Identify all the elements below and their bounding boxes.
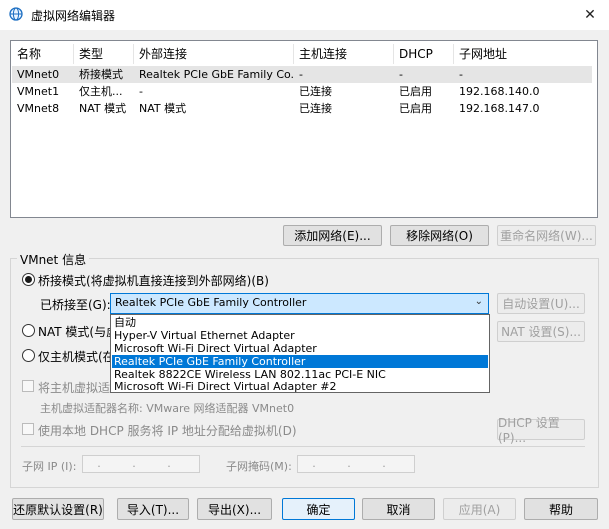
- host-only-radio[interactable]: [22, 349, 35, 362]
- table-row[interactable]: VMnet8 NAT 模式 NAT 模式 已连接 已启用 192.168.147…: [12, 100, 592, 117]
- cell-subnet: -: [459, 68, 463, 81]
- cell-dhcp: 已启用: [399, 102, 432, 115]
- bridged-mode-radio[interactable]: [22, 273, 35, 286]
- cell-host: 已连接: [299, 102, 332, 115]
- connect-host-adapter-label: 将主机虚拟适: [38, 381, 111, 395]
- column-header-dhcp[interactable]: DHCP: [394, 44, 454, 64]
- column-header-external[interactable]: 外部连接: [134, 44, 294, 64]
- remove-network-button[interactable]: 移除网络(O): [390, 225, 489, 246]
- column-header-type[interactable]: 类型: [74, 44, 134, 64]
- dropdown-option-selected[interactable]: Realtek PCIe GbE Family Controller: [112, 355, 488, 368]
- cell-external: NAT 模式: [139, 102, 187, 115]
- apply-button[interactable]: 应用(A): [443, 498, 516, 520]
- connect-host-adapter-checkbox[interactable]: [22, 380, 34, 392]
- globe-network-icon: [9, 7, 23, 21]
- dropdown-option[interactable]: Microsoft Wi-Fi Direct Virtual Adapter: [112, 342, 488, 355]
- subnet-ip-label: 子网 IP (I):: [22, 460, 77, 473]
- cell-dhcp: 已启用: [399, 85, 432, 98]
- nat-mode-label: NAT 模式(与虚: [38, 325, 119, 339]
- cell-host: -: [299, 68, 303, 81]
- cell-host: 已连接: [299, 85, 332, 98]
- column-header-name[interactable]: 名称: [12, 44, 74, 64]
- cell-name: VMnet8: [17, 102, 60, 115]
- host-adapter-name: 主机虚拟适配器名称: VMware 网络适配器 VMnet0: [40, 402, 295, 415]
- network-list[interactable]: 名称 类型 外部连接 主机连接 DHCP 子网地址 VMnet0 桥接模式 Re…: [10, 40, 598, 218]
- bridged-to-select[interactable]: Realtek PCIe GbE Family Controller ⌄: [110, 293, 489, 314]
- dropdown-option[interactable]: 自动: [112, 316, 488, 329]
- subnet-mask-label: 子网掩码(M):: [226, 460, 292, 473]
- restore-defaults-button[interactable]: 还原默认设置(R): [12, 498, 104, 520]
- nat-settings-button[interactable]: NAT 设置(S)...: [497, 321, 585, 342]
- use-dhcp-checkbox[interactable]: [22, 423, 34, 435]
- ok-button[interactable]: 确定: [282, 498, 355, 520]
- chevron-down-icon: ⌄: [474, 296, 483, 307]
- cell-name: VMnet1: [17, 85, 60, 98]
- column-header-host[interactable]: 主机连接: [294, 44, 394, 64]
- cell-external: Realtek PCIe GbE Family Co...: [139, 68, 294, 81]
- host-only-label: 仅主机模式(在: [38, 350, 115, 364]
- table-row[interactable]: VMnet0 桥接模式 Realtek PCIe GbE Family Co..…: [12, 66, 592, 83]
- nat-mode-radio[interactable]: [22, 324, 35, 337]
- auto-settings-button[interactable]: 自动设置(U)...: [497, 293, 585, 314]
- export-button[interactable]: 导出(X)...: [197, 498, 272, 520]
- cell-name: VMnet0: [17, 68, 60, 81]
- bridged-to-label: 已桥接至(G):: [40, 298, 111, 312]
- rename-network-button[interactable]: 重命名网络(W)...: [497, 225, 596, 246]
- subnet-mask-field[interactable]: . . .: [297, 455, 415, 473]
- cell-type: NAT 模式: [79, 102, 127, 115]
- use-dhcp-label: 使用本地 DHCP 服务将 IP 地址分配给虚拟机(D): [38, 424, 297, 438]
- table-row[interactable]: VMnet1 仅主机... - 已连接 已启用 192.168.140.0: [12, 83, 592, 100]
- dropdown-option[interactable]: Hyper-V Virtual Ethernet Adapter: [112, 329, 488, 342]
- cell-subnet: 192.168.147.0: [459, 102, 540, 115]
- cell-subnet: 192.168.140.0: [459, 85, 540, 98]
- vmnet-info-legend: VMnet 信息: [17, 251, 90, 268]
- cell-type: 桥接模式: [79, 68, 123, 81]
- cell-external: -: [139, 85, 143, 98]
- window-title: 虚拟网络编辑器: [31, 9, 116, 23]
- close-button[interactable]: ✕: [575, 3, 605, 27]
- title-bar: 虚拟网络编辑器 ✕: [0, 0, 609, 30]
- bridged-to-value: Realtek PCIe GbE Family Controller: [115, 296, 307, 309]
- bridged-to-dropdown-list[interactable]: 自动 Hyper-V Virtual Ethernet Adapter Micr…: [110, 314, 490, 393]
- add-network-button[interactable]: 添加网络(E)...: [283, 225, 382, 246]
- divider: [21, 446, 585, 447]
- close-icon: ✕: [584, 7, 596, 23]
- dropdown-option[interactable]: Microsoft Wi-Fi Direct Virtual Adapter #…: [112, 380, 488, 393]
- import-button[interactable]: 导入(T)...: [117, 498, 189, 520]
- column-header-subnet[interactable]: 子网地址: [454, 44, 589, 64]
- dhcp-settings-button[interactable]: DHCP 设置(P)...: [497, 416, 585, 445]
- help-button[interactable]: 帮助: [524, 498, 598, 520]
- cancel-button[interactable]: 取消: [362, 498, 435, 520]
- cell-dhcp: -: [399, 68, 403, 81]
- bridged-mode-label: 桥接模式(将虚拟机直接连接到外部网络)(B): [38, 274, 269, 288]
- subnet-ip-field[interactable]: . . .: [82, 455, 200, 473]
- cell-type: 仅主机...: [79, 85, 123, 98]
